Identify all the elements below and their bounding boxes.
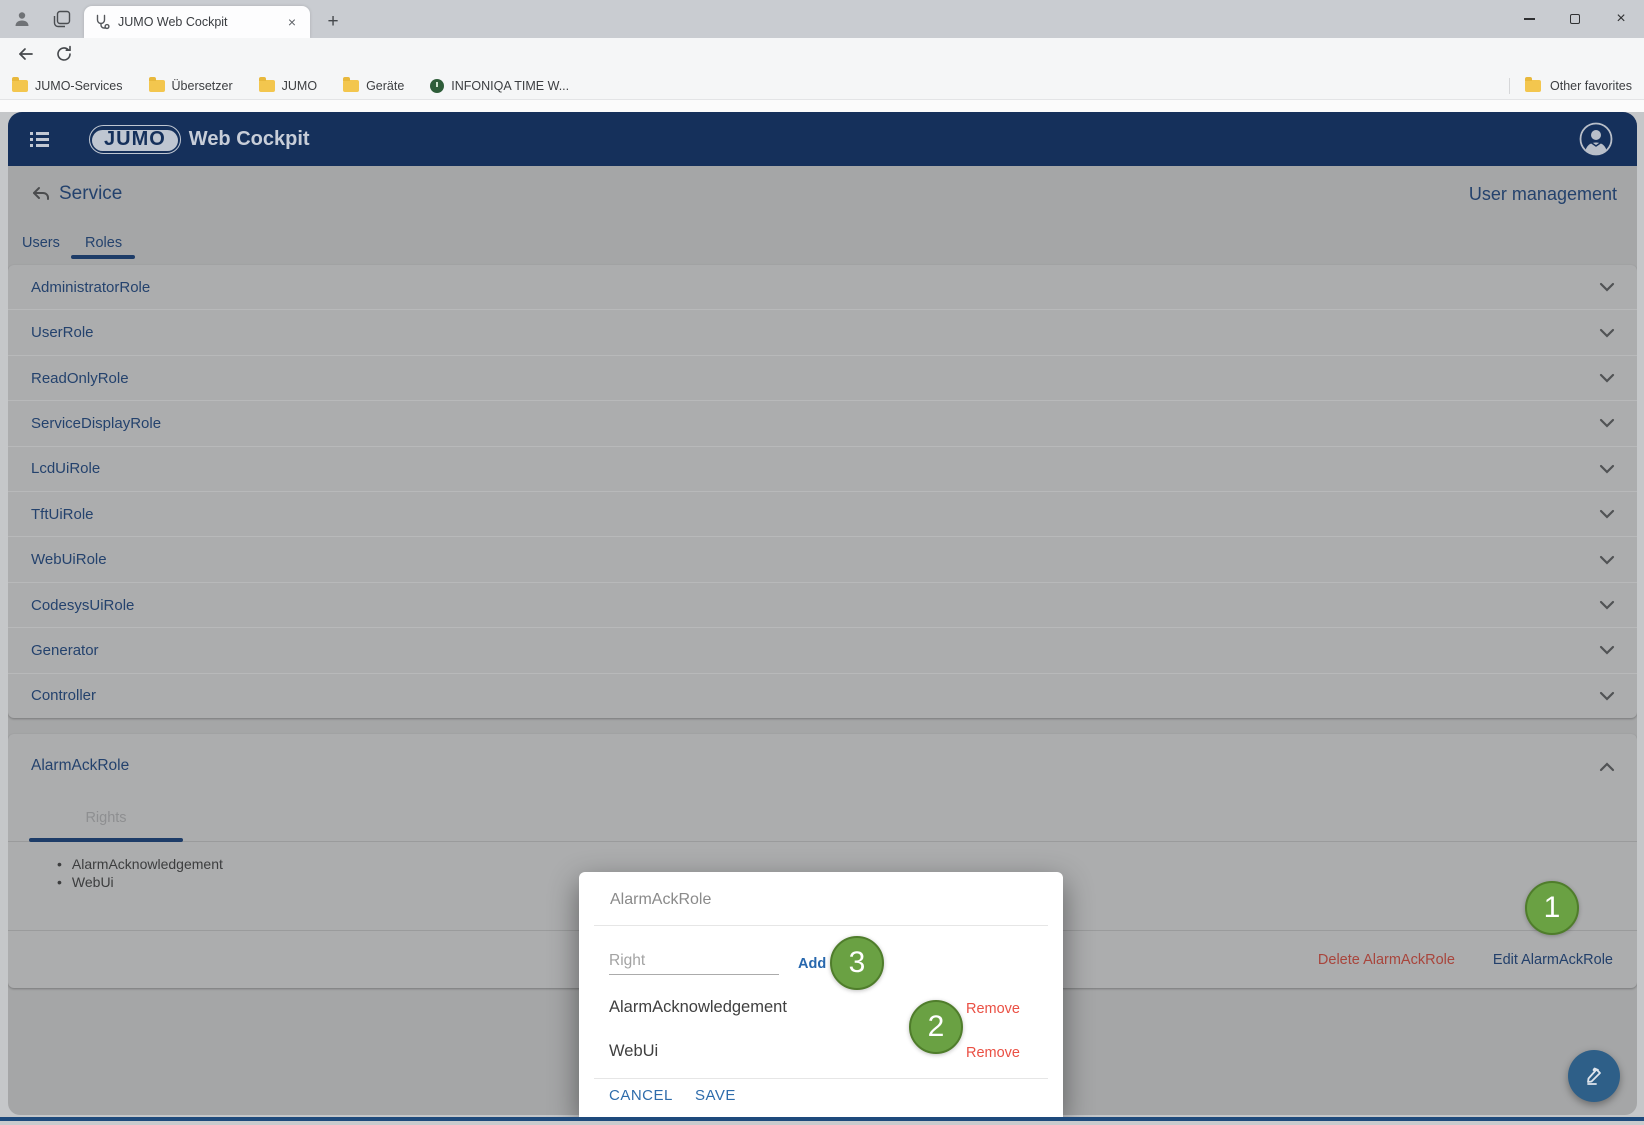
right-item: WebUi bbox=[57, 874, 114, 890]
tab-close-icon[interactable]: × bbox=[284, 13, 300, 31]
window-close-button[interactable]: × bbox=[1598, 0, 1644, 38]
tab-bar-border bbox=[8, 841, 1637, 842]
chevron-down-icon bbox=[1599, 464, 1615, 474]
tab-roles[interactable]: Roles bbox=[85, 235, 122, 251]
other-favorites[interactable]: Other favorites bbox=[1550, 79, 1632, 93]
workspaces-icon[interactable] bbox=[50, 7, 74, 31]
menu-hamburger-icon[interactable] bbox=[30, 132, 50, 147]
roles-list: AdministratorRole UserRole ReadOnlyRole … bbox=[8, 265, 1637, 718]
chevron-down-icon bbox=[1599, 509, 1615, 519]
tab-rights[interactable]: Rights bbox=[29, 810, 183, 826]
product-name: Web Cockpit bbox=[189, 128, 310, 151]
save-button[interactable]: SAVE bbox=[695, 1087, 736, 1104]
role-row-generator[interactable]: Generator bbox=[8, 627, 1637, 672]
new-tab-button[interactable]: + bbox=[320, 9, 346, 35]
rights-tab-indicator bbox=[29, 838, 183, 842]
right-input[interactable] bbox=[609, 948, 779, 975]
annotation-step-2: 2 bbox=[909, 1000, 963, 1054]
browser-toolbar: Not secure 10.190.63.84:8090/#/pages/use… bbox=[0, 38, 1644, 72]
maximize-icon bbox=[1570, 14, 1580, 24]
dialog-footer-divider bbox=[594, 1078, 1048, 1079]
favicon-stethoscope-icon bbox=[94, 14, 110, 30]
jumo-logo: JUMO bbox=[89, 125, 181, 154]
chevron-down-icon bbox=[1599, 691, 1615, 701]
app-header: JUMO Web Cockpit bbox=[8, 112, 1637, 166]
chevron-down-icon bbox=[1599, 645, 1615, 655]
folder-icon bbox=[1525, 80, 1541, 92]
active-tab-indicator bbox=[71, 255, 135, 259]
dialog-right-item: AlarmAcknowledgement bbox=[609, 998, 787, 1017]
role-row-tftuirole[interactable]: TftUiRole bbox=[8, 491, 1637, 536]
favorite-folder-uebersetzer[interactable]: Übersetzer bbox=[149, 79, 233, 93]
refresh-icon[interactable] bbox=[52, 42, 76, 66]
browser-tab[interactable]: JUMO Web Cockpit × bbox=[84, 6, 310, 38]
screenshot-root: JUMO Web Cockpit × + × Not secure bbox=[0, 0, 1644, 1125]
role-row-webuirole[interactable]: WebUiRole bbox=[8, 536, 1637, 581]
right-item: AlarmAcknowledgement bbox=[57, 856, 223, 872]
tab-bar: Users Roles bbox=[8, 222, 1637, 265]
add-right-button[interactable]: Add bbox=[798, 956, 826, 972]
page-title: Service bbox=[59, 183, 122, 205]
edit-role-dialog: AlarmAckRole Add AlarmAcknowledgement Re… bbox=[579, 872, 1063, 1117]
folder-icon bbox=[12, 80, 28, 92]
dialog-right-item: WebUi bbox=[609, 1042, 658, 1061]
delete-role-button[interactable]: Delete AlarmAckRole bbox=[1318, 952, 1455, 968]
clock-icon bbox=[430, 79, 444, 93]
favorite-folder-jumo-services[interactable]: JUMO-Services bbox=[12, 79, 123, 93]
favorite-infoniqa[interactable]: INFONIQA TIME W... bbox=[430, 79, 569, 93]
window-border-base bbox=[0, 1121, 1644, 1125]
role-row-userrole[interactable]: UserRole bbox=[8, 309, 1637, 354]
role-row-controller[interactable]: Controller bbox=[8, 673, 1637, 718]
chevron-down-icon bbox=[1599, 282, 1615, 292]
chevron-down-icon bbox=[1599, 600, 1615, 610]
tab-title: JUMO Web Cockpit bbox=[118, 15, 284, 29]
favorite-folder-jumo[interactable]: JUMO bbox=[259, 79, 317, 93]
folder-icon bbox=[149, 80, 165, 92]
remove-right-button[interactable]: Remove bbox=[966, 1045, 1020, 1061]
dialog-title: AlarmAckRole bbox=[610, 891, 711, 909]
window-maximize-button[interactable] bbox=[1552, 0, 1598, 38]
back-icon[interactable] bbox=[14, 42, 38, 66]
cancel-button[interactable]: CANCEL bbox=[609, 1087, 673, 1104]
user-avatar-icon[interactable] bbox=[1579, 122, 1613, 156]
tab-users[interactable]: Users bbox=[22, 235, 60, 251]
annotation-step-1: 1 bbox=[1525, 881, 1579, 935]
role-row-administratorrole[interactable]: AdministratorRole bbox=[8, 265, 1637, 309]
favorites-bar: JUMO-Services Übersetzer JUMO Geräte INF… bbox=[0, 72, 1644, 100]
role-row-lcduirole[interactable]: LcdUiRole bbox=[8, 446, 1637, 491]
page-context-title: User management bbox=[1469, 184, 1617, 205]
favorite-folder-geraete[interactable]: Geräte bbox=[343, 79, 404, 93]
page-title-bar: Service User management bbox=[8, 166, 1637, 222]
chevron-down-icon bbox=[1599, 328, 1615, 338]
window-minimize-button[interactable] bbox=[1506, 0, 1552, 38]
back-arrow-icon[interactable] bbox=[30, 183, 52, 205]
close-icon: × bbox=[1616, 11, 1625, 27]
favorites-divider bbox=[1509, 78, 1510, 94]
profile-icon[interactable] bbox=[10, 7, 34, 31]
role-row-codesysuirole[interactable]: CodesysUiRole bbox=[8, 582, 1637, 627]
edit-fab-button[interactable] bbox=[1568, 1050, 1620, 1102]
folder-icon bbox=[343, 80, 359, 92]
role-row-servicedisplayrole[interactable]: ServiceDisplayRole bbox=[8, 400, 1637, 445]
chevron-up-icon[interactable] bbox=[1599, 762, 1615, 772]
chevron-down-icon bbox=[1599, 555, 1615, 565]
browser-titlebar: JUMO Web Cockpit × + × bbox=[0, 0, 1644, 38]
chevron-down-icon bbox=[1599, 418, 1615, 428]
page-viewport: JUMO Web Cockpit Service User management… bbox=[0, 100, 1644, 1117]
remove-right-button[interactable]: Remove bbox=[966, 1001, 1020, 1017]
edit-role-button[interactable]: Edit AlarmAckRole bbox=[1493, 952, 1613, 968]
chevron-down-icon bbox=[1599, 373, 1615, 383]
annotation-step-3: 3 bbox=[830, 936, 884, 990]
role-row-readonlyrole[interactable]: ReadOnlyRole bbox=[8, 355, 1637, 400]
folder-icon bbox=[259, 80, 275, 92]
expanded-role-title[interactable]: AlarmAckRole bbox=[31, 757, 129, 775]
pencil-icon bbox=[1583, 1065, 1605, 1087]
dialog-divider bbox=[594, 925, 1048, 926]
minimize-icon bbox=[1524, 18, 1535, 19]
